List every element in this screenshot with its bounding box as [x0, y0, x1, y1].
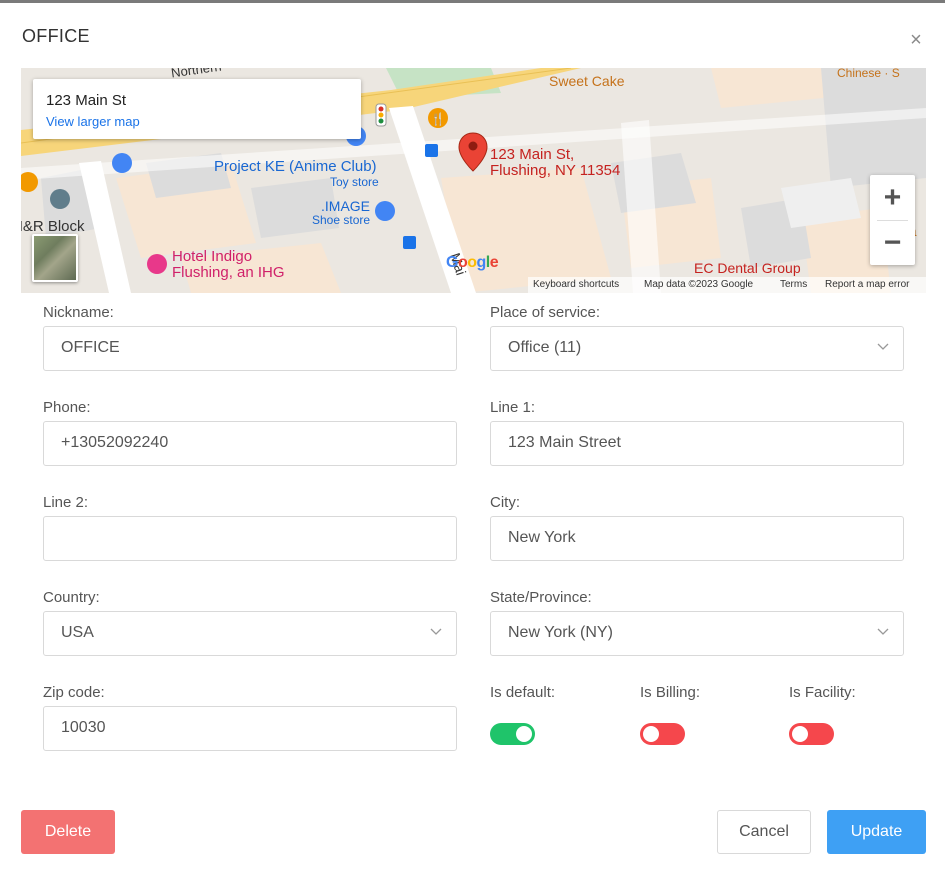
chevron-down-icon	[877, 343, 889, 350]
state-select[interactable]: New York (NY)	[490, 611, 904, 656]
country-value: USA	[61, 624, 94, 641]
poi-project-ke-type: Toy store	[330, 175, 379, 189]
zoom-control: + −	[870, 175, 915, 265]
poi-hotel-indigo-line1[interactable]: Hotel Indigo	[172, 249, 252, 265]
city-value: New York	[508, 529, 576, 546]
keyboard-shortcuts-link[interactable]: Keyboard shortcuts	[533, 279, 619, 290]
phone-label: Phone:	[43, 399, 91, 416]
line1-value: 123 Main Street	[508, 434, 621, 451]
marker-address-line2: Flushing, NY 11354	[490, 162, 621, 179]
cancel-button[interactable]: Cancel	[717, 810, 811, 854]
country-select[interactable]: USA	[43, 611, 457, 656]
is-default-toggle[interactable]	[490, 723, 535, 745]
line2-label: Line 2:	[43, 494, 89, 511]
map-info-card: 123 Main St View larger map	[33, 79, 361, 139]
nickname-value: OFFICE	[61, 339, 120, 356]
report-map-error-link[interactable]: Report a map error	[825, 279, 909, 290]
poi-chinese[interactable]: Chinese · S	[837, 68, 900, 80]
terms-link[interactable]: Terms	[780, 279, 807, 290]
poi-sweet-cake[interactable]: Sweet Cake	[549, 73, 624, 89]
place-of-service-select[interactable]: Office (11)	[490, 326, 904, 371]
state-value: New York (NY)	[508, 624, 613, 641]
is-facility-toggle[interactable]	[789, 723, 834, 745]
city-label: City:	[490, 494, 520, 511]
country-label: Country:	[43, 589, 100, 606]
map-data-attribution: Map data ©2023 Google	[644, 279, 754, 290]
poi-ec-dental[interactable]: EC Dental Group	[694, 260, 801, 276]
zip-value: 10030	[61, 719, 106, 736]
map-embed[interactable]: 🍴 123 Main St View larger map Sweet Cake…	[21, 68, 926, 293]
nickname-input[interactable]: OFFICE	[43, 326, 457, 371]
marker-address-line1: 123 Main St,	[490, 146, 575, 163]
is-facility-label: Is Facility:	[789, 684, 856, 701]
zoom-in-button[interactable]: +	[870, 175, 915, 220]
line1-label: Line 1:	[490, 399, 536, 416]
info-card-address: 123 Main St	[46, 92, 127, 109]
nickname-label: Nickname:	[43, 304, 114, 321]
google-logo: Google	[446, 254, 499, 271]
line1-input[interactable]: 123 Main Street	[490, 421, 904, 466]
chevron-down-icon	[877, 628, 889, 635]
delete-button[interactable]: Delete	[21, 810, 115, 854]
line2-input[interactable]	[43, 516, 457, 561]
phone-value: +13052092240	[61, 434, 169, 451]
poi-hotel-indigo-line2: Flushing, an IHG	[172, 264, 285, 281]
zip-input[interactable]: 10030	[43, 706, 457, 751]
state-label: State/Province:	[490, 589, 592, 606]
poi-hr-block[interactable]: H&R Block	[21, 219, 85, 235]
phone-input[interactable]: +13052092240	[43, 421, 457, 466]
toggle-knob	[643, 726, 659, 742]
poi-image-store[interactable]: .IMAGE	[321, 198, 370, 214]
is-billing-toggle[interactable]	[640, 723, 685, 745]
poi-project-ke[interactable]: Project KE (Anime Club)	[214, 159, 377, 175]
zoom-out-button[interactable]: −	[870, 220, 915, 265]
city-input[interactable]: New York	[490, 516, 904, 561]
satellite-toggle[interactable]	[32, 234, 78, 282]
poi-image-store-type: Shoe store	[312, 213, 371, 227]
map-attribution-bar: Keyboard shortcuts Map data ©2023 Google…	[528, 277, 926, 293]
view-larger-map-link[interactable]: View larger map	[46, 114, 140, 129]
close-icon[interactable]: ×	[906, 30, 926, 50]
is-billing-label: Is Billing:	[640, 684, 701, 701]
toggle-knob	[516, 726, 532, 742]
dialog-title: OFFICE	[22, 26, 90, 46]
svg-text:🍴: 🍴	[431, 112, 446, 126]
top-border	[0, 0, 945, 3]
zip-label: Zip code:	[43, 684, 105, 701]
is-default-label: Is default:	[490, 684, 556, 701]
toggle-knob	[792, 726, 808, 742]
chevron-down-icon	[430, 628, 442, 635]
place-of-service-label: Place of service:	[490, 304, 601, 321]
place-of-service-value: Office (11)	[508, 339, 582, 356]
update-button[interactable]: Update	[827, 810, 926, 854]
